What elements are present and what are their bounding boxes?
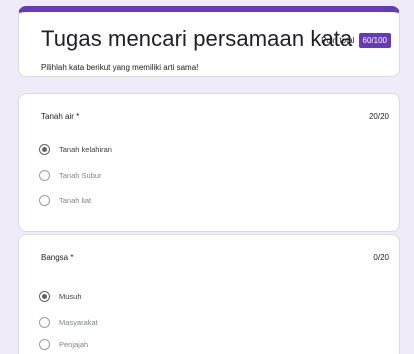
option-tanah-kelahiran[interactable]: Tanah kelahiran	[39, 143, 112, 155]
radio-unchecked-icon[interactable]	[39, 338, 50, 350]
form-description: Pilihlah kata berikut yang memiliki arti…	[41, 63, 199, 72]
option-tanah-liat[interactable]: Tanah liat	[39, 194, 91, 206]
radio-unchecked-icon[interactable]	[39, 316, 50, 328]
question-title: Bangsa *	[41, 253, 74, 262]
option-label: Musuh	[59, 291, 82, 301]
points-label: Poin total	[321, 36, 355, 45]
option-label: Tanah liat	[59, 195, 92, 205]
option-label: Penjajah	[59, 339, 89, 349]
option-tanah-subur[interactable]: Tanah Subur	[39, 169, 102, 181]
question-score: 0/20	[373, 253, 389, 262]
question-card-2: Bangsa * 0/20 Musuh Masyarakat Penjajah	[18, 234, 400, 354]
radio-unchecked-icon[interactable]	[39, 194, 50, 206]
question-title: Tanah air *	[41, 112, 80, 121]
radio-checked-icon[interactable]	[39, 143, 50, 155]
question-score: 20/20	[368, 112, 389, 121]
points-badge: 60/100	[358, 33, 391, 48]
option-musuh[interactable]: Musuh	[39, 290, 82, 302]
form-header-card: Tugas mencari persamaan kata Poin total …	[18, 6, 400, 77]
option-label: Masyarakat	[59, 317, 98, 327]
option-penjajah[interactable]: Penjajah	[39, 338, 88, 350]
radio-unchecked-icon[interactable]	[39, 169, 50, 181]
option-label: Tanah kelahiran	[59, 144, 112, 154]
option-masyarakat[interactable]: Masyarakat	[39, 316, 98, 328]
radio-checked-icon[interactable]	[39, 290, 50, 302]
form-title: Tugas mencari persamaan kata	[41, 26, 353, 51]
question-card-1: Tanah air * 20/20 Tanah kelahiran Tanah …	[18, 93, 400, 232]
total-points: Poin total 60/100	[321, 33, 391, 48]
option-label: Tanah Subur	[59, 170, 102, 180]
